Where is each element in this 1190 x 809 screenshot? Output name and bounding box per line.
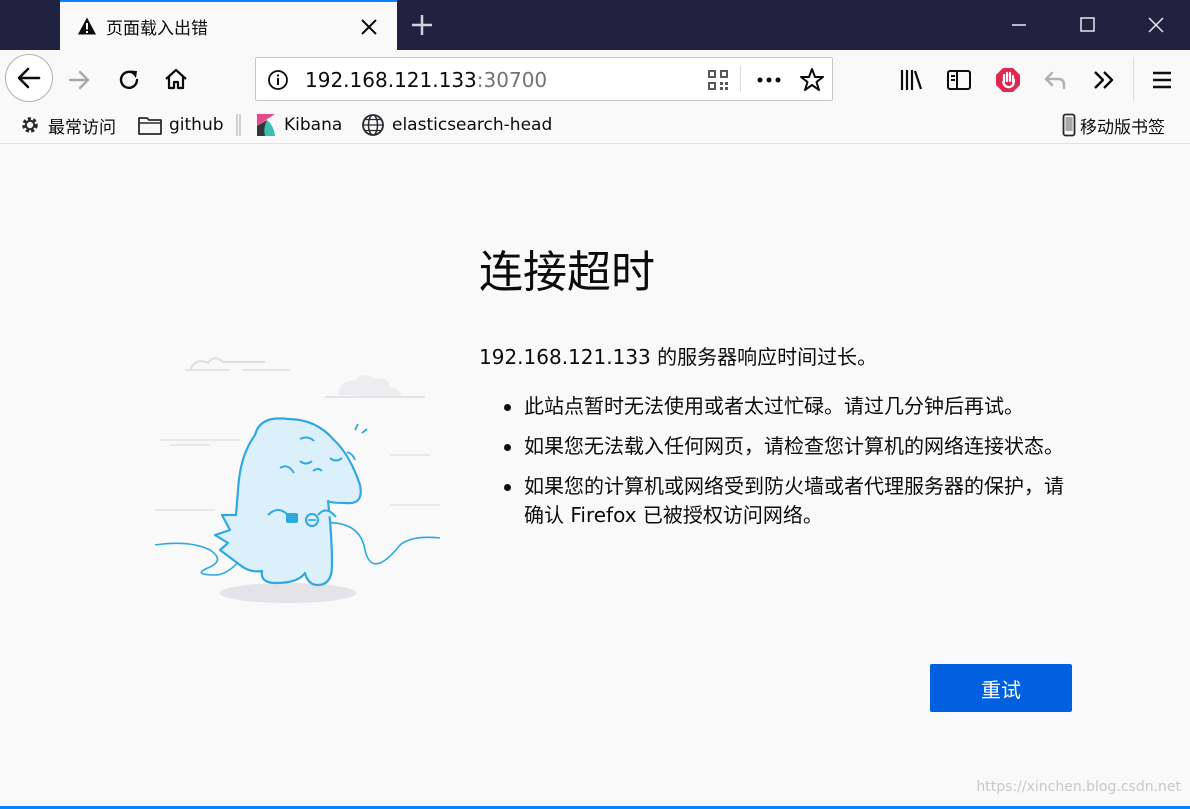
undo-icon[interactable]: [1042, 67, 1068, 93]
globe-icon: [361, 113, 385, 137]
bookmark-kibana[interactable]: Kibana: [255, 112, 342, 138]
close-tab-icon[interactable]: [359, 17, 379, 37]
bookmark-separator: [236, 112, 241, 138]
home-icon[interactable]: [163, 66, 189, 92]
bookmark-most-visited[interactable]: 最常访问: [19, 112, 116, 138]
suggestion-item: 此站点暂时无法使用或者太过忙碌。请过几分钟后再试。: [479, 392, 1079, 421]
bookmark-label: 最常访问: [48, 113, 116, 138]
bookmark-label: elasticsearch-head: [392, 115, 552, 135]
qr-code-icon[interactable]: [707, 69, 729, 91]
forward-icon[interactable]: [66, 67, 92, 93]
back-icon: [6, 55, 52, 101]
new-tab-icon[interactable]: [410, 13, 434, 37]
url-port: :30700: [477, 68, 547, 92]
bookmark-github[interactable]: github: [138, 112, 224, 138]
library-icon[interactable]: [898, 67, 924, 93]
error-suggestions: 此站点暂时无法使用或者太过忙碌。请过几分钟后再试。 如果您无法载入任何网页，请检…: [479, 392, 1079, 541]
gear-icon: [19, 114, 41, 136]
active-tab[interactable]: 页面载入出错: [60, 0, 397, 50]
info-icon[interactable]: [267, 69, 289, 91]
mobile-bookmarks[interactable]: 移动版书签: [1062, 112, 1165, 138]
maximize-icon[interactable]: [1076, 13, 1100, 37]
title-bar: 页面载入出错: [0, 0, 1190, 50]
navigation-toolbar: 192.168.121.133:30700: [0, 50, 1190, 108]
error-description: 192.168.121.133 的服务器响应时间过长。: [479, 341, 877, 370]
retry-button[interactable]: 重试: [930, 664, 1072, 712]
overflow-icon[interactable]: [1091, 67, 1117, 93]
url-divider: [740, 66, 741, 92]
reload-icon[interactable]: [116, 67, 142, 93]
bookmark-elasticsearch-head[interactable]: elasticsearch-head: [361, 112, 552, 138]
tab-title: 页面载入出错: [106, 14, 208, 39]
star-icon[interactable]: [799, 67, 825, 93]
menu-icon[interactable]: [1149, 67, 1175, 93]
url-host: 192.168.121.133: [305, 68, 477, 92]
url-bar[interactable]: 192.168.121.133:30700: [255, 57, 833, 101]
mobile-bookmarks-label: 移动版书签: [1080, 113, 1165, 138]
disconnected-dinosaur-illustration: [150, 345, 445, 610]
bookmark-label: Kibana: [284, 115, 342, 135]
mobile-phone-icon: [1062, 113, 1076, 137]
bookmarks-toolbar: 最常访问 github Kibana elasticsearch-head 移: [0, 108, 1190, 144]
back-button[interactable]: [5, 54, 53, 102]
suggestion-item: 如果您无法载入任何网页，请检查您计算机的网络连接状态。: [479, 432, 1079, 461]
error-title: 连接超时: [479, 236, 655, 300]
url-text[interactable]: 192.168.121.133:30700: [305, 68, 547, 92]
toolbar-divider: [1133, 57, 1134, 101]
minimize-icon[interactable]: [1007, 13, 1031, 37]
more-icon[interactable]: [755, 69, 783, 91]
watermark: https://xinchen.blog.csdn.net: [976, 779, 1181, 795]
bookmark-label: github: [169, 115, 224, 135]
warning-icon: [77, 16, 97, 36]
kibana-icon: [255, 113, 277, 137]
sidebar-icon[interactable]: [946, 67, 972, 93]
adblock-icon[interactable]: [995, 66, 1021, 94]
suggestion-item: 如果您的计算机或网络受到防火墙或者代理服务器的保护，请确认 Firefox 已被…: [479, 472, 1079, 530]
folder-icon: [138, 115, 162, 135]
close-icon[interactable]: [1144, 13, 1168, 37]
